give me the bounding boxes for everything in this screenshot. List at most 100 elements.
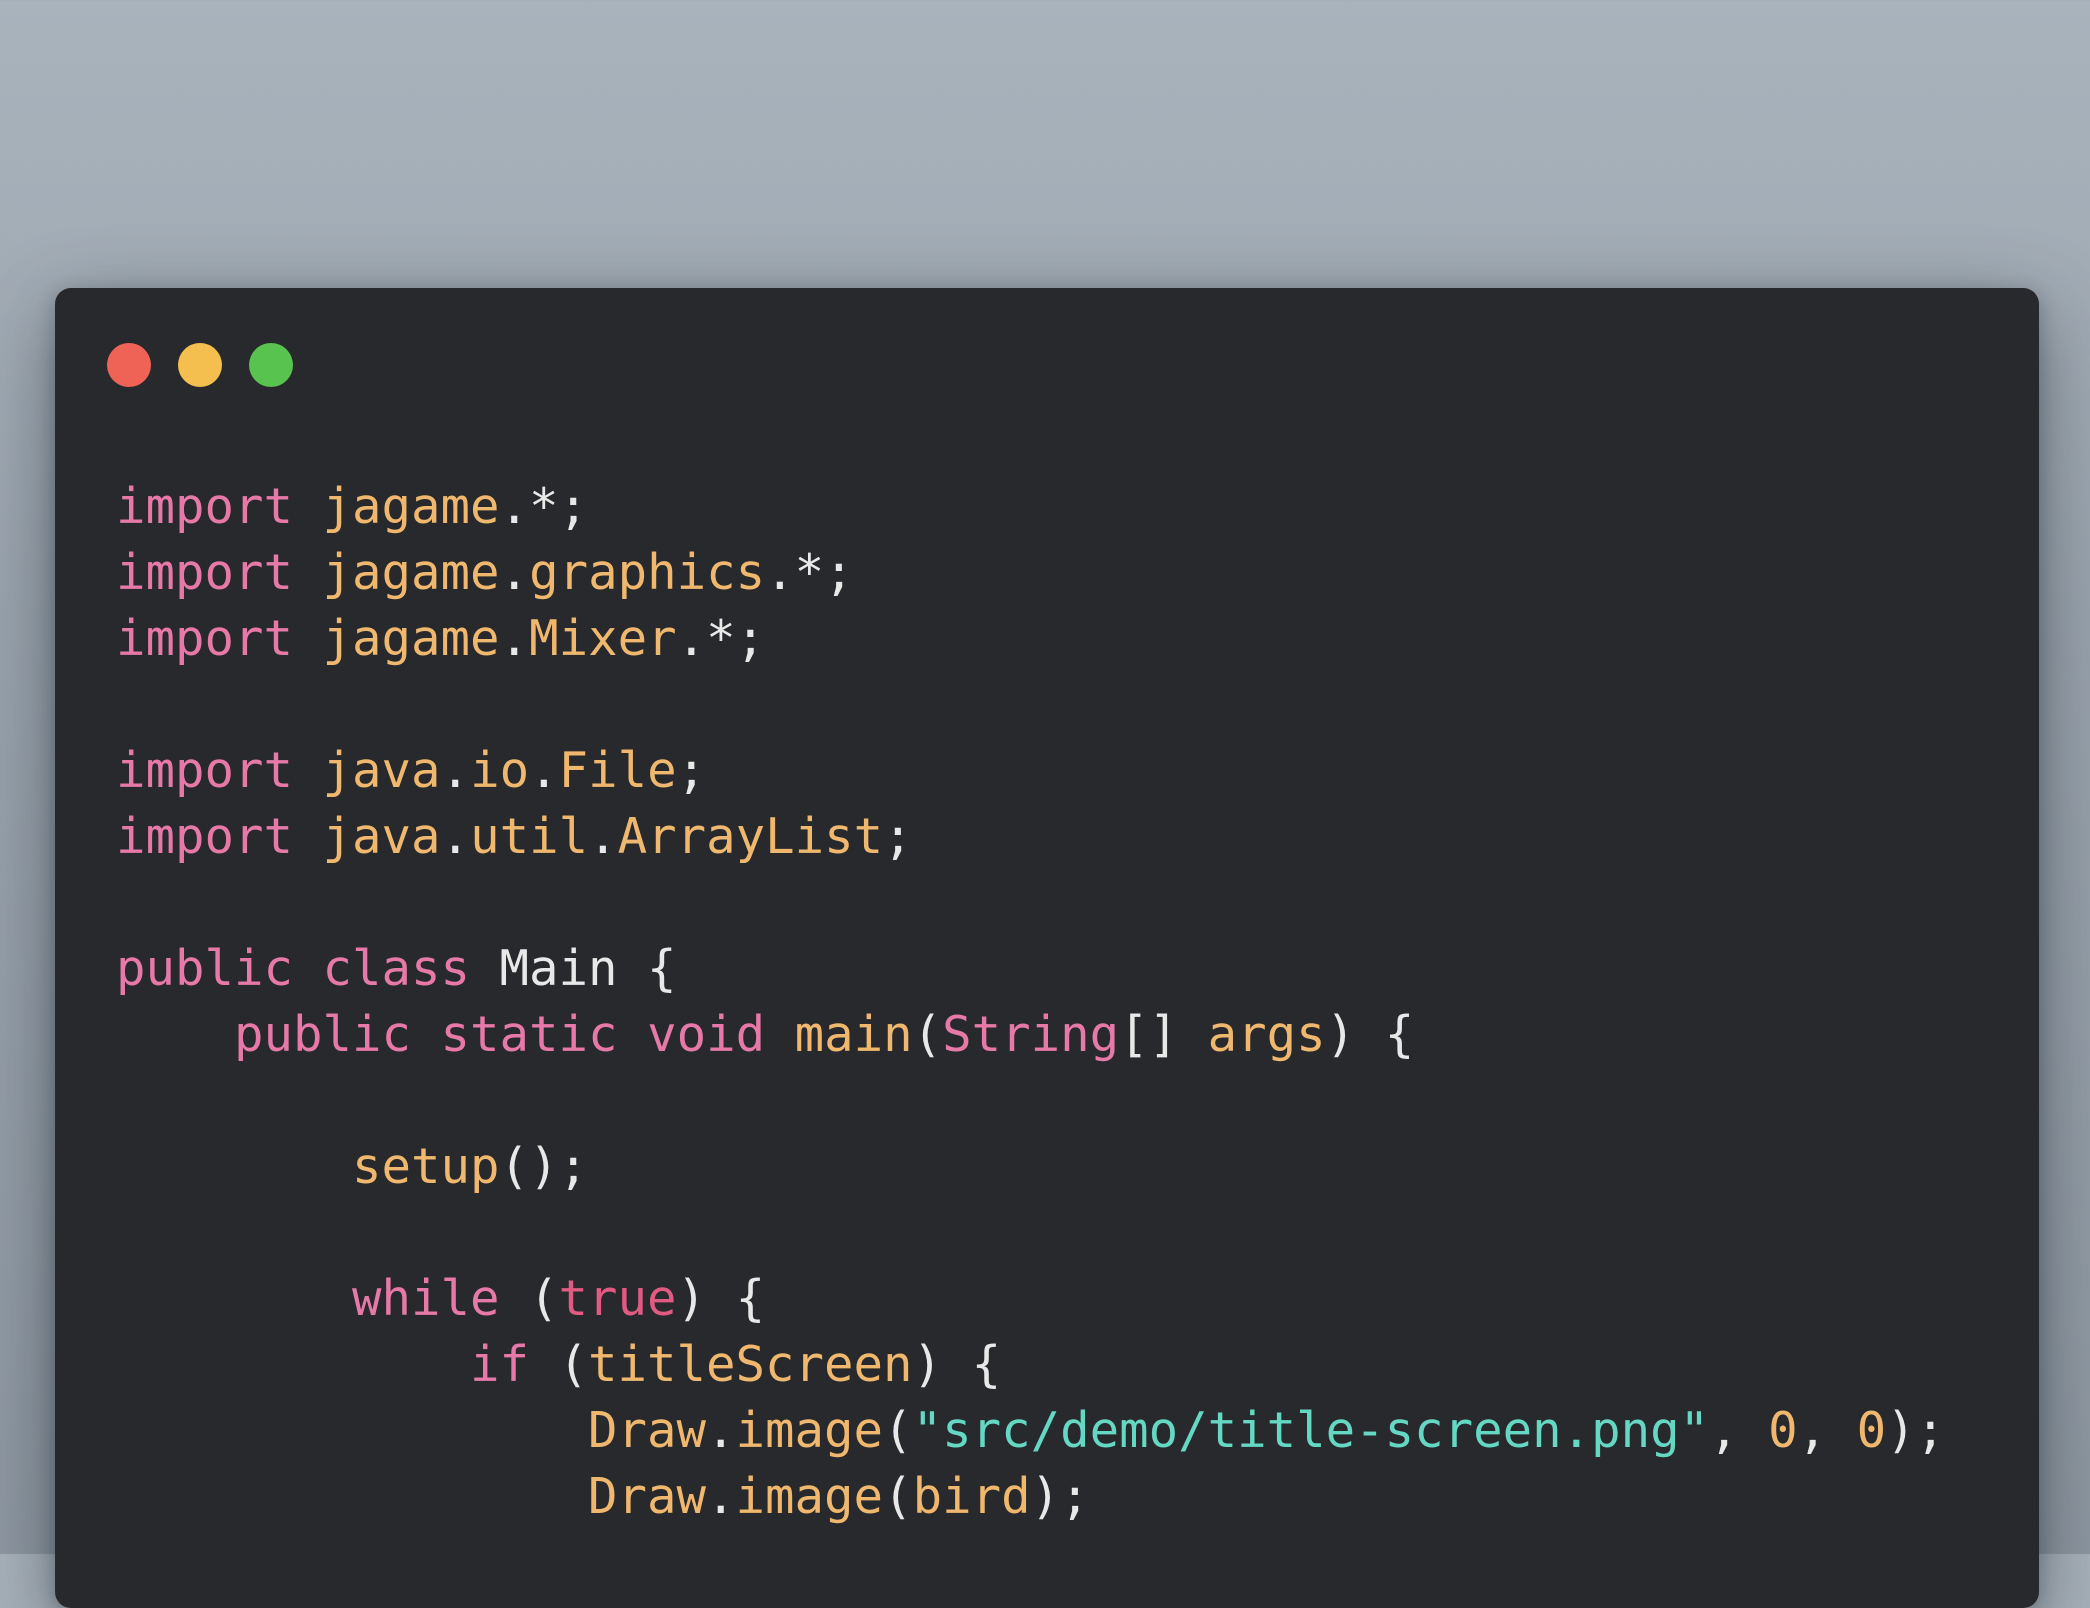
code-token-keyword: while [352,1270,500,1327]
code-token-identifier: ArrayList [617,808,884,865]
code-token-keyword: import [116,808,294,865]
code-token-punctuation [618,1006,648,1063]
code-token-punctuation: . [706,1468,736,1525]
code-token-punctuation: ); [1030,1468,1090,1525]
code-token-identifier: graphics [529,544,766,601]
code-token-identifier: titleScreen [588,1336,913,1393]
code-token-identifier: image [735,1468,884,1525]
code-token-punctuation: . [440,742,471,799]
zoom-button[interactable] [249,343,293,387]
code-token-punctuation: . [499,544,530,601]
code-line: Draw.image(bird); [116,1464,1945,1530]
code-token-punctuation: ) { [676,1270,766,1327]
code-token-string-literal: "src/demo/title-screen.png" [912,1402,1710,1459]
code-line: import jagame.Mixer.*; [116,606,1945,672]
code-token-keyword: static [440,1006,618,1063]
code-token-keyword: class [322,940,471,997]
code-token-punctuation: ( [499,1270,559,1327]
code-token-identifier: jagame [322,610,500,667]
code-token-punctuation: ( [883,1402,913,1459]
minimize-button[interactable] [178,343,222,387]
code-token-punctuation: . [706,1402,736,1459]
code-token-punctuation [116,1006,234,1063]
code-line: import java.util.ArrayList; [116,804,1945,870]
code-token-identifier: image [735,1402,884,1459]
code-token-punctuation [116,1402,588,1459]
code-token-punctuation: . [440,808,471,865]
code-token-identifier: setup [352,1138,500,1195]
code-token-punctuation: .*; [676,610,766,667]
code-line: import java.io.File; [116,738,1945,804]
code-line: import jagame.*; [116,474,1945,540]
code-token-identifier: Mixer [529,610,677,667]
code-line: public static void main(String[] args) { [116,1002,1945,1068]
code-token-punctuation: , [1797,1402,1857,1459]
code-token-identifier: jagame [322,544,500,601]
code-token-keyword: import [116,478,294,535]
code-token-punctuation: . [499,610,530,667]
code-token-keyword: import [116,742,294,799]
code-token-punctuation [116,1336,470,1393]
code-token-identifier: args [1207,1006,1326,1063]
code-token-punctuation [293,940,323,997]
code-token-keyword: String [942,1006,1120,1063]
code-token-punctuation: .*; [765,544,854,601]
code-token-punctuation [293,544,323,601]
code-token-keyword: import [116,544,294,601]
code-line: setup(); [116,1134,1945,1200]
code-token-identifier: io [470,742,530,799]
code-token-identifier: util [470,808,589,865]
code-token-punctuation [293,610,323,667]
code-token-boolean-literal: true [558,1270,677,1327]
code-token-identifier: Draw [588,1402,707,1459]
code-token-identifier: Draw [588,1468,707,1525]
code-token-punctuation [293,742,323,799]
code-line: while (true) { [116,1266,1945,1332]
code-token-punctuation [116,1468,588,1525]
code-line: Draw.image("src/demo/title-screen.png", … [116,1398,1945,1464]
code-token-punctuation: ) { [1325,1006,1415,1063]
code-token-punctuation: ( [883,1468,913,1525]
code-token-identifier: jagame [322,478,500,535]
code-token-punctuation: ( [529,1336,589,1393]
code-line: import jagame.graphics.*; [116,540,1945,606]
code-token-keyword: if [470,1336,530,1393]
code-token-identifier: java [322,808,441,865]
code-token-punctuation: . [529,742,559,799]
code-editor[interactable]: import jagame.*; import jagame.graphics.*… [116,474,1945,1530]
code-token-punctuation: Main { [470,940,677,997]
code-token-punctuation: (); [499,1138,589,1195]
code-token-punctuation [116,1270,352,1327]
code-token-punctuation: ) { [912,1336,1002,1393]
code-token-punctuation: , [1709,1402,1769,1459]
code-token-identifier: main [794,1006,913,1063]
code-token-keyword: public [116,940,294,997]
code-token-punctuation: ; [883,808,913,865]
code-token-punctuation: ); [1886,1402,1946,1459]
code-token-punctuation [293,808,323,865]
code-token-number-literal: 0 [1768,1402,1798,1459]
code-token-punctuation [116,1138,352,1195]
code-token-punctuation: . [588,808,618,865]
close-button[interactable] [107,343,151,387]
code-token-punctuation [411,1006,441,1063]
code-window: import jagame.*; import jagame.graphics.*… [55,288,2039,1608]
window-controls [107,343,293,387]
code-token-identifier: java [322,742,441,799]
code-token-keyword: public [234,1006,412,1063]
code-token-punctuation [293,478,323,535]
code-token-punctuation: ( [912,1006,943,1063]
code-token-identifier: File [558,742,677,799]
code-token-keyword: void [647,1006,766,1063]
code-token-punctuation: ; [676,742,707,799]
code-line: public class Main { [116,936,1945,1002]
code-token-number-literal: 0 [1856,1402,1887,1459]
code-token-punctuation [765,1006,795,1063]
code-token-keyword: import [116,610,294,667]
code-line: if (titleScreen) { [116,1332,1945,1398]
code-token-punctuation: [] [1119,1006,1208,1063]
